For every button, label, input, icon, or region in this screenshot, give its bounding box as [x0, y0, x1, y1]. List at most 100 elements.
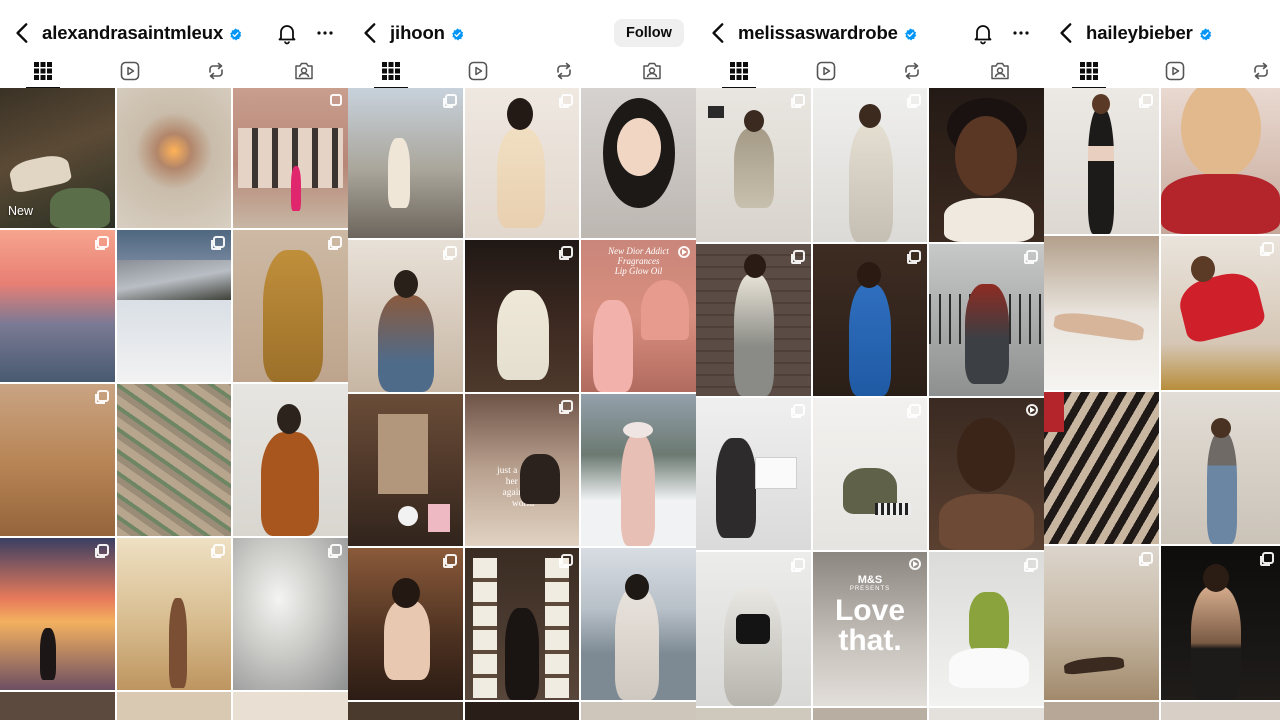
bell-icon[interactable]: [275, 21, 299, 45]
post-thumbnail[interactable]: [1161, 392, 1280, 544]
post-thumbnail[interactable]: [233, 230, 348, 382]
back-arrow-icon[interactable]: [706, 20, 732, 46]
post-thumbnail[interactable]: [0, 384, 115, 536]
grid-tab-icon[interactable]: [32, 60, 54, 82]
post-thumbnail[interactable]: [581, 394, 696, 546]
post-thumbnail[interactable]: [233, 538, 348, 690]
post-thumbnail[interactable]: [696, 398, 811, 550]
post-thumbnail[interactable]: [465, 702, 579, 720]
post-thumbnail[interactable]: [117, 88, 231, 228]
profile-username: haileybieber: [1086, 22, 1212, 44]
post-thumbnail[interactable]: [696, 552, 811, 706]
post-thumbnail[interactable]: [0, 692, 115, 720]
post-thumbnail[interactable]: [233, 692, 348, 720]
post-thumbnail[interactable]: [813, 244, 927, 396]
multi-post-icon: [330, 94, 342, 106]
carousel-icon: [328, 236, 342, 250]
grid-tab-icon[interactable]: [1078, 60, 1100, 82]
carousel-icon: [95, 544, 109, 558]
post-thumbnail[interactable]: [1044, 546, 1159, 700]
post-thumbnail[interactable]: [929, 398, 1044, 550]
post-thumbnail[interactable]: [696, 88, 811, 242]
carousel-icon: [95, 236, 109, 250]
post-thumbnail[interactable]: [348, 240, 463, 392]
post-thumbnail[interactable]: [1044, 88, 1159, 234]
reposts-tab-icon[interactable]: [205, 60, 227, 82]
profile-panel-jihoon: jihoon Follow New Dior Addict Fragrances…: [348, 0, 696, 720]
carousel-icon: [791, 94, 805, 108]
post-thumbnail[interactable]: [348, 88, 463, 238]
tagged-tab-icon[interactable]: [989, 60, 1011, 82]
verified-badge-icon: [1199, 28, 1212, 41]
post-thumbnail[interactable]: [1044, 702, 1159, 720]
post-thumbnail[interactable]: [117, 230, 231, 382]
post-thumbnail[interactable]: [696, 244, 811, 396]
follow-button[interactable]: Follow: [614, 19, 684, 47]
verified-badge-icon: [229, 28, 242, 41]
profile-tabs: [1044, 54, 1280, 89]
reposts-tab-icon[interactable]: [1250, 60, 1272, 82]
post-thumbnail[interactable]: [117, 692, 231, 720]
post-thumbnail[interactable]: [1161, 702, 1280, 720]
reels-tab-icon[interactable]: [1164, 60, 1186, 82]
post-thumbnail[interactable]: [1044, 392, 1159, 544]
post-thumbnail[interactable]: [117, 538, 231, 690]
carousel-icon: [1260, 242, 1274, 256]
reposts-tab-icon[interactable]: [901, 60, 923, 82]
carousel-icon: [1139, 94, 1153, 108]
post-overlay-text: M&S PRESENTS Love that.: [834, 574, 906, 657]
grid-tab-icon[interactable]: [380, 60, 402, 82]
carousel-icon: [791, 250, 805, 264]
carousel-icon: [95, 390, 109, 404]
back-arrow-icon[interactable]: [358, 20, 384, 46]
post-thumbnail[interactable]: [348, 702, 463, 720]
reposts-tab-icon[interactable]: [553, 60, 575, 82]
post-thumbnail[interactable]: [929, 88, 1044, 242]
post-thumbnail[interactable]: [696, 708, 811, 720]
more-options-icon[interactable]: [1010, 22, 1032, 44]
more-options-icon[interactable]: [314, 22, 336, 44]
profile-panel-alexandrasaintmleux: alexandrasaintmleux New: [0, 0, 348, 720]
post-thumbnail[interactable]: [581, 88, 696, 238]
reels-tab-icon[interactable]: [119, 60, 141, 82]
post-thumbnail[interactable]: [465, 240, 579, 392]
post-thumbnail[interactable]: [813, 398, 927, 550]
post-thumbnail[interactable]: [117, 384, 231, 536]
post-thumbnail[interactable]: [1044, 236, 1159, 390]
tagged-tab-icon[interactable]: [641, 60, 663, 82]
post-thumbnail[interactable]: [1161, 236, 1280, 390]
post-thumbnail[interactable]: [929, 552, 1044, 706]
back-arrow-icon[interactable]: [1054, 20, 1080, 46]
post-thumbnail[interactable]: [929, 244, 1044, 396]
bell-icon[interactable]: [971, 21, 995, 45]
post-thumbnail[interactable]: New: [0, 88, 115, 228]
profile-tabs: [0, 54, 348, 89]
post-thumbnail[interactable]: just a girl and her notes against the wo…: [465, 394, 579, 546]
reels-tab-icon[interactable]: [815, 60, 837, 82]
back-arrow-icon[interactable]: [10, 20, 36, 46]
post-thumbnail[interactable]: [348, 548, 463, 700]
post-thumbnail[interactable]: [581, 702, 696, 720]
post-thumbnail[interactable]: [813, 88, 927, 242]
post-thumbnail[interactable]: New Dior Addict Fragrances Lip Glow Oil: [581, 240, 696, 392]
tagged-tab-icon[interactable]: [293, 60, 315, 82]
post-thumbnail[interactable]: [465, 548, 579, 700]
post-thumbnail[interactable]: [0, 230, 115, 382]
carousel-icon: [211, 544, 225, 558]
post-thumbnail[interactable]: [348, 394, 463, 546]
post-thumbnail[interactable]: [465, 88, 579, 238]
post-thumbnail[interactable]: [929, 708, 1044, 720]
post-thumbnail[interactable]: [233, 384, 348, 536]
post-thumbnail[interactable]: [1161, 88, 1280, 234]
post-thumbnail[interactable]: [0, 538, 115, 690]
post-thumbnail[interactable]: [233, 88, 348, 228]
post-thumbnail[interactable]: [581, 548, 696, 700]
reels-tab-icon[interactable]: [467, 60, 489, 82]
verified-badge-icon: [451, 28, 464, 41]
grid-tab-icon[interactable]: [728, 60, 750, 82]
post-thumbnail[interactable]: [1161, 546, 1280, 700]
reel-icon: [909, 558, 921, 570]
post-thumbnail[interactable]: [813, 708, 927, 720]
carousel-icon: [907, 94, 921, 108]
post-thumbnail[interactable]: M&S PRESENTS Love that.: [813, 552, 927, 706]
